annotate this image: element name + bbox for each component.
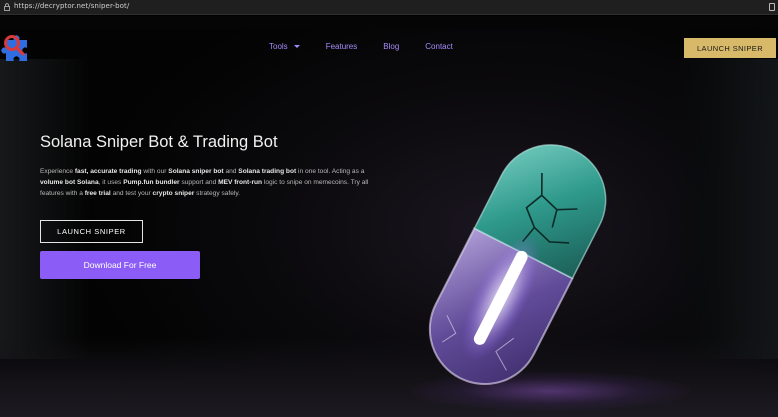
browser-address-bar[interactable]: https://decryptor.net/sniper-bot/ <box>0 0 778 15</box>
nav-blog[interactable]: Blog <box>383 42 399 51</box>
nav-features[interactable]: Features <box>326 42 358 51</box>
nav-blog-label: Blog <box>383 42 400 51</box>
hero-title: Solana Sniper Bot & Trading Bot <box>40 133 278 151</box>
hero-description: Experience fast, accurate trading with o… <box>40 168 369 198</box>
download-button[interactable]: Download For Free <box>40 251 200 279</box>
reader-mode-icon[interactable] <box>769 3 775 11</box>
nav-tools[interactable]: Tools <box>269 42 300 51</box>
floor <box>0 337 778 417</box>
launch-sniper-nav-button[interactable]: LAUNCH SNIPER <box>684 38 776 58</box>
caret-down-icon <box>293 45 300 48</box>
nav-features-label: Features <box>325 42 358 51</box>
nav-contact[interactable]: Contact <box>425 42 453 51</box>
nav-tools-label: Tools <box>269 42 288 51</box>
left-wall <box>0 59 90 359</box>
right-wall <box>668 59 778 359</box>
nav-contact-label: Contact <box>425 42 453 51</box>
address-url[interactable]: https://decryptor.net/sniper-bot/ <box>14 2 129 10</box>
top-strip <box>0 16 778 29</box>
capsule-illustration <box>428 144 607 386</box>
main-nav: Tools Features Blog Contact <box>269 42 479 51</box>
launch-sniper-button[interactable]: LAUNCH SNIPER <box>40 220 143 243</box>
puzzle-logo-icon[interactable] <box>0 30 38 66</box>
lock-icon <box>4 3 10 11</box>
